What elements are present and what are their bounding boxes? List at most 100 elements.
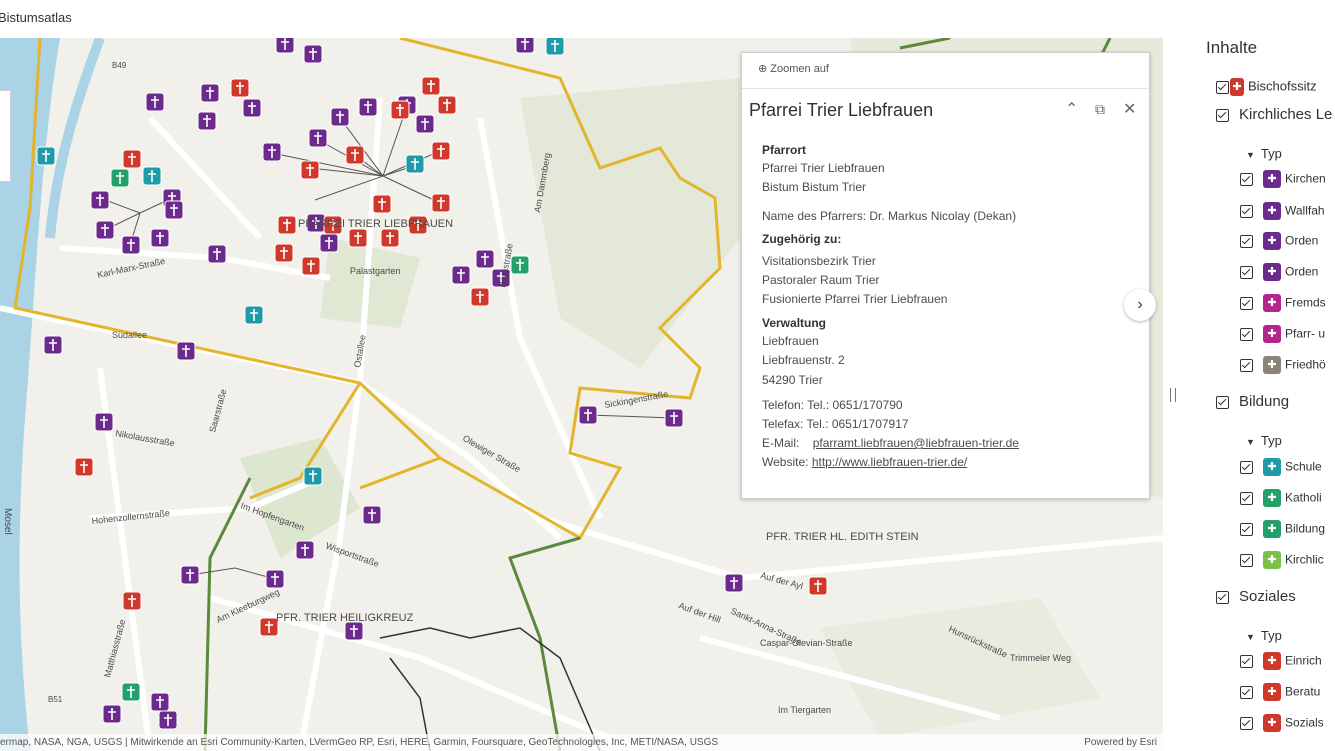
verwaltung-line-3: 54290 Trier — [762, 373, 823, 387]
category-item[interactable]: ✚ Orden — [1240, 232, 1318, 254]
category-checkbox[interactable] — [1240, 491, 1253, 505]
telefax: Telefax: Tel.: 0651/1707917 — [762, 417, 909, 431]
category-item[interactable]: ✚ Kirchen — [1240, 170, 1326, 192]
category-label: Wallfah — [1285, 203, 1325, 218]
map-label-olevian: Caspar-Olevian-Straße — [760, 638, 853, 648]
group-checkbox[interactable] — [1216, 396, 1229, 410]
email-label: E-Mail: — [762, 436, 800, 450]
category-checkbox[interactable] — [1240, 716, 1253, 730]
category-checkbox[interactable] — [1240, 460, 1253, 474]
dock-icon[interactable]: ⧉ — [1095, 101, 1105, 118]
category-item[interactable]: ✚ Wallfah — [1240, 202, 1325, 224]
feature-popup[interactable]: ⊕ Zoomen auf Pfarrei Trier Liebfrauen ⌃ … — [741, 52, 1150, 499]
category-label: Einrich — [1285, 653, 1322, 668]
zoom-control[interactable] — [0, 90, 11, 182]
category-checkbox[interactable] — [1240, 204, 1253, 218]
group-label: Soziales — [1239, 588, 1296, 605]
category-checkbox[interactable] — [1240, 654, 1253, 668]
collapse-chevron-up-icon[interactable]: ⌃ — [1065, 99, 1078, 119]
category-item[interactable]: ✚ Bildung — [1240, 520, 1325, 542]
caret-down-icon: ▼ — [1246, 149, 1255, 160]
category-checkbox[interactable] — [1240, 358, 1253, 372]
category-label: Kirchlic — [1285, 552, 1324, 567]
map-label-edith-stein: PFR. TRIER HL. EDITH STEIN — [766, 531, 919, 543]
hill-area — [820, 598, 1100, 738]
category-checkbox[interactable] — [1240, 553, 1253, 567]
zugehoerig-line-2: Pastoraler Raum Trier — [762, 273, 880, 287]
category-checkbox[interactable] — [1240, 296, 1253, 310]
close-icon[interactable]: ✕ — [1123, 99, 1136, 119]
category-label: Beratu — [1285, 684, 1321, 699]
zugehoerig-heading: Zugehörig zu: — [762, 232, 842, 246]
category-label: Schule — [1285, 459, 1322, 474]
layer-group[interactable]: Soziales — [1216, 588, 1296, 610]
category-item[interactable]: ✚ Orden — [1240, 263, 1318, 285]
zoom-to-button[interactable]: ⊕ Zoomen auf — [758, 62, 829, 75]
category-label: Fremds — [1285, 295, 1326, 310]
layer-label: Bischofssitz — [1248, 78, 1317, 94]
category-checkbox[interactable] — [1240, 172, 1253, 186]
layer-group[interactable]: Kirchliches Le — [1216, 106, 1332, 128]
map-label-hohenzollern: Hohenzollernstraße — [91, 508, 170, 526]
typ-expander[interactable]: ▼ Typ — [1246, 628, 1282, 650]
category-checkbox[interactable] — [1240, 327, 1253, 341]
category-item[interactable]: ✚ Kirchlic — [1240, 551, 1324, 573]
category-symbol-icon: ✚ — [1263, 652, 1281, 670]
category-symbol-icon: ✚ — [1263, 714, 1281, 732]
powered-by-esri[interactable]: Powered by Esri — [1084, 734, 1157, 751]
typ-expander[interactable]: ▼ Typ — [1246, 146, 1282, 168]
zoom-in-icon: ⊕ — [758, 63, 768, 75]
typ-label: Typ — [1260, 628, 1282, 643]
category-item[interactable]: ✚ Pfarr- u — [1240, 325, 1325, 347]
category-label: Orden — [1285, 233, 1319, 248]
map-label-ostallee: Ostallee — [352, 334, 368, 368]
group-checkbox[interactable] — [1216, 109, 1229, 123]
verwaltung-line-1: Liebfrauen — [762, 334, 819, 348]
category-item[interactable]: ✚ Friedhö — [1240, 356, 1326, 378]
category-checkbox[interactable] — [1240, 522, 1253, 536]
category-item[interactable]: ✚ Fremds — [1240, 294, 1326, 316]
category-symbol-icon: ✚ — [1263, 232, 1281, 250]
category-symbol-icon: ✚ — [1263, 294, 1281, 312]
chevron-right-icon: › — [1137, 296, 1143, 313]
typ-label: Typ — [1260, 433, 1282, 448]
map-label-karl-marx: Karl-Marx-Straße — [96, 256, 166, 280]
group-label: Kirchliches Le — [1239, 106, 1333, 123]
map-label-hill: Auf der Hill — [677, 600, 722, 624]
website-link[interactable]: http://www.liebfrauen-trier.de/ — [812, 455, 967, 469]
pfarrort-line-2: Bistum Bistum Trier — [762, 180, 867, 194]
category-symbol-icon: ✚ — [1263, 263, 1281, 281]
category-item[interactable]: ✚ Beratu — [1240, 683, 1320, 705]
category-symbol-icon: ✚ — [1263, 551, 1281, 569]
popup-divider — [742, 88, 1149, 89]
caret-down-icon: ▼ — [1246, 631, 1255, 642]
map-label-trimmeler: Trimmeler Weg — [1010, 653, 1071, 663]
category-item[interactable]: ✚ Sozials — [1240, 714, 1324, 736]
category-item[interactable]: ✚ Einrich — [1240, 652, 1322, 674]
category-checkbox[interactable] — [1240, 685, 1253, 699]
contents-panel: Inhalte ✚ Bischofssitz Kirchliches Le ▼ Typ ✚… — [1190, 30, 1335, 751]
panel-title: Inhalte — [1206, 38, 1258, 57]
group-checkbox[interactable] — [1216, 591, 1229, 605]
group-label: Bildung — [1239, 393, 1290, 410]
telefon: Telefon: Tel.: 0651/170790 — [762, 398, 903, 412]
attribution-text: ermap, NASA, NGA, USGS | Mitwirkende an … — [0, 737, 719, 748]
website-label: Website: — [762, 455, 809, 469]
panel-splitter-handle[interactable] — [1170, 388, 1176, 402]
pfarrer-name: Name des Pfarrers: Dr. Markus Nicolay (D… — [762, 209, 1017, 223]
category-label: Pfarr- u — [1285, 326, 1326, 341]
category-checkbox[interactable] — [1240, 234, 1253, 248]
map-label-suedallee: Südallee — [112, 330, 147, 340]
category-checkbox[interactable] — [1240, 265, 1253, 279]
map-label-mosel: Mosel — [2, 508, 13, 535]
category-label: Sozials — [1285, 715, 1324, 730]
typ-label: Typ — [1260, 146, 1282, 161]
layer-item[interactable]: ✚ Bischofssitz — [1216, 78, 1317, 100]
category-item[interactable]: ✚ Katholi — [1240, 489, 1322, 511]
typ-expander[interactable]: ▼ Typ — [1246, 433, 1282, 455]
next-feature-button[interactable]: › — [1124, 289, 1156, 321]
category-item[interactable]: ✚ Schule — [1240, 458, 1322, 480]
email-link[interactable]: pfarramt.liebfrauen@liebfrauen-trier.de — [813, 436, 1019, 450]
layer-group[interactable]: Bildung — [1216, 393, 1289, 415]
layer-checkbox[interactable] — [1216, 80, 1229, 94]
